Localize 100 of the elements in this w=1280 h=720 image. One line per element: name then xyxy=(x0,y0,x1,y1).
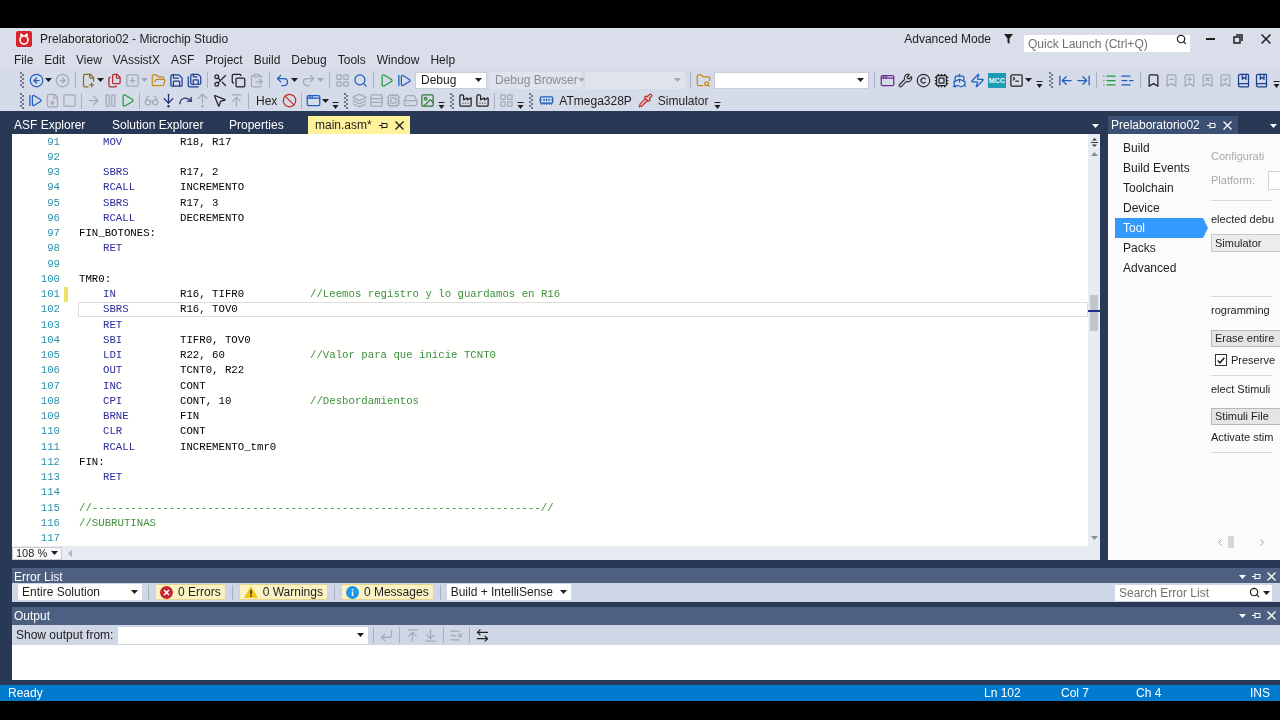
nav-item[interactable]: Packs xyxy=(1115,238,1208,258)
funnel-icon[interactable] xyxy=(1004,34,1013,44)
nav-item[interactable]: Build Events xyxy=(1115,158,1208,178)
search-field[interactable]: Search Error List xyxy=(1115,585,1272,602)
toolbar-button[interactable]: Hex xyxy=(253,91,281,110)
pin-icon[interactable] xyxy=(378,120,388,130)
pointer-icon[interactable] xyxy=(212,93,227,108)
menu-item[interactable]: File xyxy=(8,51,39,69)
restore-icon[interactable] xyxy=(1233,34,1243,44)
search-icon[interactable] xyxy=(1176,33,1187,45)
document-tab[interactable]: main.asm* xyxy=(308,116,410,134)
filter-toggle[interactable]: 0 Warnings xyxy=(238,584,328,601)
circle-arrow-left-icon[interactable] xyxy=(29,72,44,88)
toolbar-button[interactable]: ATmega328P xyxy=(537,91,634,110)
menu-item[interactable]: Project xyxy=(199,51,248,69)
book-marked-icon[interactable] xyxy=(1254,72,1269,88)
menu-item[interactable]: VAssistX xyxy=(106,51,165,69)
scroll-thumb[interactable] xyxy=(1090,295,1098,331)
menu-item[interactable]: Help xyxy=(424,51,461,69)
caret-icon[interactable] xyxy=(1239,574,1246,579)
toolbar-overflow-icon[interactable] xyxy=(332,102,340,109)
menu-item[interactable]: Build xyxy=(247,51,286,69)
caret-icon[interactable] xyxy=(45,78,52,82)
play-icon[interactable] xyxy=(379,72,394,88)
save-icon[interactable] xyxy=(169,72,184,88)
input-field[interactable] xyxy=(1268,171,1280,190)
grip-icon[interactable] xyxy=(1049,72,1053,88)
filter-toggle[interactable]: 0 Messages xyxy=(340,584,434,601)
menu-item[interactable]: View xyxy=(70,51,107,69)
ship-icon[interactable] xyxy=(952,72,967,88)
grip-icon[interactable] xyxy=(450,92,455,109)
step-forward-icon[interactable] xyxy=(397,72,412,88)
save-all-icon[interactable] xyxy=(187,72,202,88)
grip-icon[interactable] xyxy=(344,92,349,109)
quick-launch-field[interactable]: Quick Launch (Ctrl+Q) xyxy=(1024,35,1190,52)
checkbox[interactable] xyxy=(1215,354,1227,366)
file-plus-icon[interactable] xyxy=(81,72,96,88)
dropdown[interactable]: Simulator xyxy=(1211,234,1280,252)
document-tab[interactable]: Properties xyxy=(223,116,308,134)
push-button[interactable]: Stimuli File xyxy=(1211,408,1280,425)
dropdown[interactable]: Entire Solution xyxy=(18,584,142,601)
vertical-scrollbar[interactable] xyxy=(1088,134,1100,546)
window-icon[interactable] xyxy=(880,72,895,88)
ban-icon[interactable] xyxy=(282,93,298,108)
caret-icon[interactable] xyxy=(1092,124,1099,128)
scroll-thumb[interactable] xyxy=(1228,536,1234,548)
image-icon[interactable] xyxy=(420,93,436,108)
nav-item[interactable]: Toolchain xyxy=(1115,178,1208,198)
toolbar-overflow-icon[interactable] xyxy=(1036,81,1043,88)
toolbar-button[interactable]: Simulator xyxy=(635,91,711,110)
splitter-icon[interactable] xyxy=(1090,138,1098,147)
wrench-icon[interactable] xyxy=(898,72,913,88)
copy-icon[interactable] xyxy=(231,72,246,88)
down-arrow-icon[interactable] xyxy=(1090,536,1098,540)
document-tab[interactable]: ASF Explorer xyxy=(8,116,106,134)
lightning-icon[interactable] xyxy=(970,72,985,88)
close-icon[interactable] xyxy=(1261,34,1271,44)
caret-icon[interactable] xyxy=(97,78,104,82)
menu-item[interactable]: Debug xyxy=(285,51,332,69)
factory-icon[interactable] xyxy=(475,93,491,108)
zoom-dropdown[interactable]: 108 % xyxy=(12,546,62,560)
toolbar-overflow-icon[interactable] xyxy=(713,102,721,109)
list-icon[interactable] xyxy=(1102,72,1117,88)
play-icon[interactable] xyxy=(120,93,135,108)
grip-icon[interactable] xyxy=(20,92,24,109)
caret-icon[interactable] xyxy=(1239,613,1246,618)
close-icon[interactable] xyxy=(394,120,404,130)
dropdown[interactable]: Debug xyxy=(415,71,487,89)
terminal-icon[interactable] xyxy=(1009,72,1024,88)
toolbar-overflow-icon[interactable] xyxy=(1273,81,1280,88)
menu-item[interactable]: Edit xyxy=(38,51,71,69)
nav-item[interactable]: Device xyxy=(1115,198,1208,218)
minimize-icon[interactable] xyxy=(1205,38,1215,40)
nav-item[interactable]: Build xyxy=(1115,138,1208,158)
chevron-left-icon[interactable] xyxy=(1218,538,1222,546)
step-forward-icon[interactable] xyxy=(28,93,43,108)
files-icon[interactable] xyxy=(107,72,122,88)
document-tab[interactable]: Solution Explorer xyxy=(106,116,223,134)
caret-icon[interactable] xyxy=(1270,124,1277,128)
scissors-icon[interactable] xyxy=(213,72,228,88)
caret-icon[interactable] xyxy=(1263,590,1270,595)
circle-c-icon[interactable] xyxy=(916,72,931,88)
menu-item[interactable]: ASF xyxy=(164,51,200,69)
menu-item[interactable]: Window xyxy=(370,51,425,69)
book-marked-icon[interactable] xyxy=(1236,72,1251,88)
menu-item[interactable]: Tools xyxy=(331,51,371,69)
grip-icon[interactable] xyxy=(529,92,534,109)
bookmark-icon[interactable] xyxy=(1146,72,1161,88)
caret-icon[interactable] xyxy=(291,78,298,82)
dropdown[interactable]: Build + IntelliSense xyxy=(446,584,571,601)
push-button[interactable]: Erase entire xyxy=(1211,330,1280,347)
caret-icon[interactable] xyxy=(1025,78,1032,82)
search-icon[interactable] xyxy=(1249,587,1260,599)
chip-icon[interactable] xyxy=(934,72,949,88)
arrow-left-right-icon[interactable] xyxy=(475,627,491,643)
factory-icon[interactable] xyxy=(458,93,474,108)
list-minus-icon[interactable] xyxy=(1120,72,1135,88)
caret-icon[interactable] xyxy=(322,98,330,103)
chevron-right-icon[interactable] xyxy=(1260,538,1264,546)
toolbar-overflow-icon[interactable] xyxy=(517,102,525,109)
